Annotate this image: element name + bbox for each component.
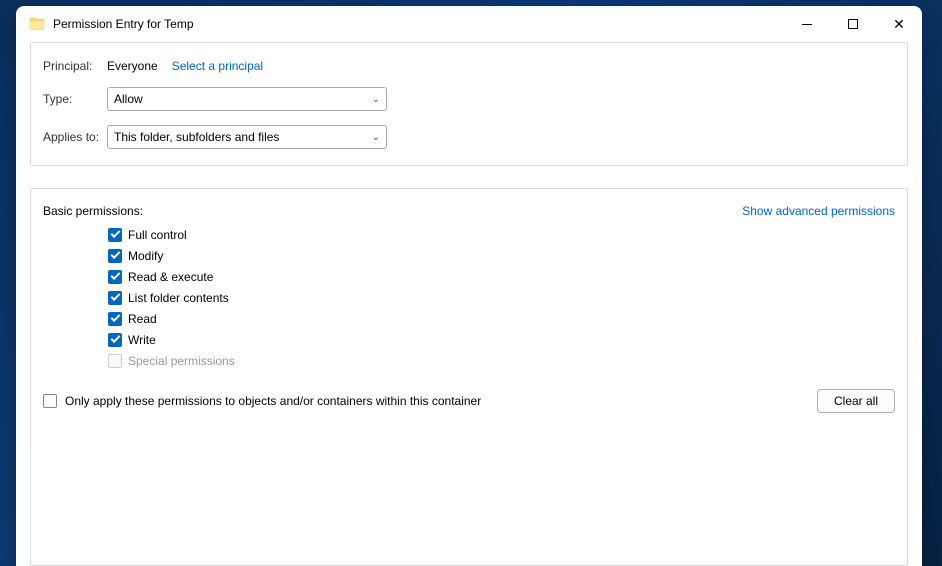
principal-value: Everyone <box>107 59 158 73</box>
permission-label: Read & execute <box>128 270 213 284</box>
only-apply-row[interactable]: Only apply these permissions to objects … <box>43 394 481 408</box>
permission-label: List folder contents <box>128 291 229 305</box>
applies-to-value: This folder, subfolders and files <box>114 130 279 144</box>
permission-item: Special permissions <box>108 350 895 371</box>
permission-checkbox[interactable] <box>108 333 122 347</box>
permission-item[interactable]: List folder contents <box>108 287 895 308</box>
permission-item[interactable]: Read & execute <box>108 266 895 287</box>
window-title: Permission Entry for Temp <box>53 17 784 31</box>
permission-label: Read <box>128 312 157 326</box>
permission-checkbox[interactable] <box>108 249 122 263</box>
minimize-button[interactable] <box>784 6 830 42</box>
select-principal-link[interactable]: Select a principal <box>172 59 263 73</box>
principal-panel: Principal: Everyone Select a principal T… <box>30 42 908 166</box>
permission-label: Write <box>128 333 156 347</box>
maximize-icon <box>848 19 858 29</box>
permission-item[interactable]: Write <box>108 329 895 350</box>
show-advanced-link[interactable]: Show advanced permissions <box>742 204 895 218</box>
only-apply-label: Only apply these permissions to objects … <box>65 394 481 408</box>
permission-label: Modify <box>128 249 163 263</box>
minimize-icon <box>802 24 812 25</box>
permissions-panel: Basic permissions: Show advanced permiss… <box>30 188 908 566</box>
chevron-down-icon: ⌄ <box>372 94 380 105</box>
principal-label: Principal: <box>43 59 107 73</box>
permission-label: Special permissions <box>128 354 235 368</box>
close-button[interactable]: ✕ <box>876 6 922 42</box>
window-content: Principal: Everyone Select a principal T… <box>16 42 922 566</box>
type-combo[interactable]: Allow ⌄ <box>107 87 387 111</box>
folder-icon <box>29 16 45 32</box>
maximize-button[interactable] <box>830 6 876 42</box>
permission-checkbox[interactable] <box>108 228 122 242</box>
permission-checkbox[interactable] <box>108 270 122 284</box>
basic-permissions-label: Basic permissions: <box>43 204 143 218</box>
only-apply-checkbox[interactable] <box>43 394 57 408</box>
permission-item[interactable]: Full control <box>108 224 895 245</box>
type-value: Allow <box>114 92 143 106</box>
close-icon: ✕ <box>893 17 905 31</box>
chevron-down-icon: ⌄ <box>372 132 380 143</box>
clear-all-button[interactable]: Clear all <box>817 389 895 413</box>
permission-entry-window: Permission Entry for Temp ✕ Principal: E… <box>16 6 922 566</box>
window-controls: ✕ <box>784 6 922 42</box>
applies-to-combo[interactable]: This folder, subfolders and files ⌄ <box>107 125 387 149</box>
titlebar[interactable]: Permission Entry for Temp ✕ <box>16 6 922 42</box>
permission-checkbox <box>108 354 122 368</box>
type-label: Type: <box>43 92 107 106</box>
applies-to-label: Applies to: <box>43 130 107 144</box>
permission-checkbox[interactable] <box>108 291 122 305</box>
permission-list: Full control Modify Read & execute List fol… <box>43 224 895 371</box>
permission-label: Full control <box>128 228 187 242</box>
permission-item[interactable]: Modify <box>108 245 895 266</box>
permission-item[interactable]: Read <box>108 308 895 329</box>
permission-checkbox[interactable] <box>108 312 122 326</box>
